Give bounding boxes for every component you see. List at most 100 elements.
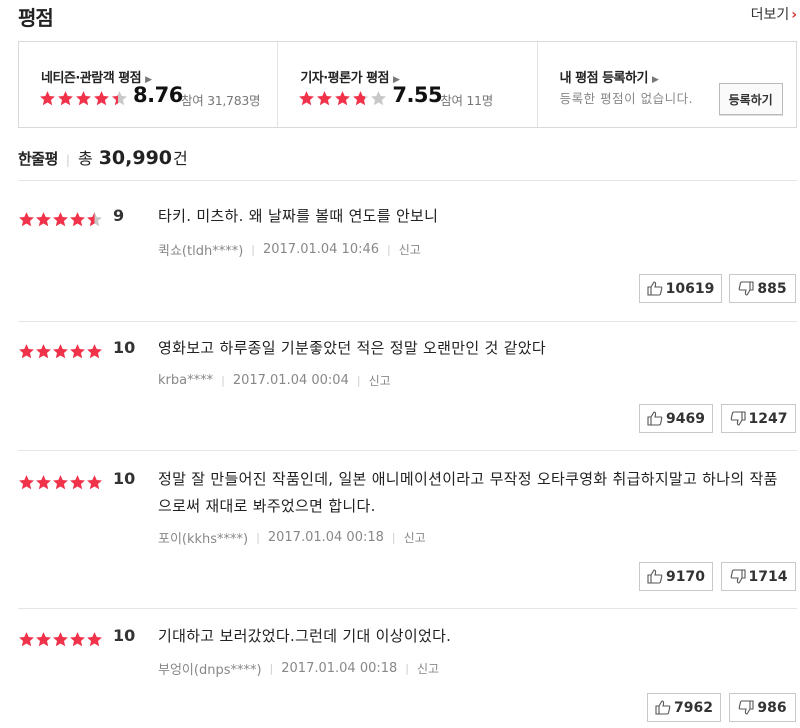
critic-stars (298, 90, 388, 109)
thumbs-down-icon (730, 569, 746, 584)
star-icon (87, 212, 102, 227)
netizen-stars (39, 90, 129, 109)
report-link[interactable]: 신고 (404, 529, 426, 546)
star-icon (112, 91, 127, 106)
report-link[interactable]: 신고 (369, 372, 391, 389)
review-score: 9 (113, 206, 125, 225)
like-button[interactable]: 10619 (639, 274, 722, 303)
review-score: 10 (113, 338, 136, 357)
thumbs-down-icon (739, 281, 754, 296)
more-link[interactable]: 더보기 › (751, 4, 797, 24)
report-link[interactable]: 신고 (417, 660, 439, 677)
my-rating-label: 내 평점 등록하기 (559, 71, 649, 86)
rating-header: 평점 더보기 › (18, 0, 800, 30)
star-icon (317, 91, 333, 106)
star-icon (19, 212, 34, 227)
like-button[interactable]: 9469 (639, 404, 713, 433)
review-item: 10 기대하고 보러갔었다.그런데 기대 이상이었다. 부엉이(dnps****… (18, 623, 797, 703)
star-icon (36, 475, 51, 490)
star-icon (70, 212, 85, 227)
critic-participants: 참여 11명 (440, 93, 493, 108)
critic-rating-label: 기자·평론가 평점 (300, 71, 390, 86)
dislike-button[interactable]: 885 (729, 274, 796, 303)
thumbs-up-icon (647, 281, 662, 296)
like-count: 9170 (666, 568, 705, 585)
dislike-button[interactable]: 1247 (721, 404, 796, 433)
dislike-count: 1714 (748, 568, 788, 585)
separator: | (251, 243, 255, 256)
star-icon (70, 475, 85, 490)
divider (18, 450, 797, 451)
star-icon (36, 632, 51, 647)
divider (18, 608, 797, 609)
review-item: 10 정말 잘 만들어진 작품인데, 일본 애니메이션이라고 무작정 오타쿠영화… (18, 466, 797, 566)
review-text: 타키. 미츠하. 왜 날짜를 볼때 연도를 안보니 (158, 207, 439, 225)
report-link[interactable]: 신고 (399, 241, 421, 258)
total-suffix: 건 (173, 149, 188, 168)
review-author[interactable]: krba**** (158, 373, 213, 388)
star-icon (335, 91, 351, 106)
review-author[interactable]: 포이(kkhs****) (158, 528, 248, 547)
star-icon (87, 475, 102, 490)
separator: | (387, 243, 391, 256)
thumbs-down-icon (739, 700, 754, 715)
dislike-count: 986 (757, 699, 787, 716)
review-stars (18, 631, 103, 650)
netizen-rating-label: 네티즌·관람객 평점 (41, 71, 142, 86)
star-icon (87, 632, 102, 647)
critic-score: 7.55 (392, 83, 443, 107)
star-icon (53, 475, 68, 490)
star-icon (36, 344, 51, 359)
thumbs-down-icon (730, 411, 746, 426)
register-button[interactable]: 등록하기 (718, 83, 783, 115)
my-rating-link[interactable]: 내 평점 등록하기 ▶ (560, 67, 659, 86)
review-datetime: 2017.01.04 00:18 (267, 530, 384, 545)
star-icon (76, 91, 91, 106)
separator: | (405, 662, 410, 675)
more-label: 더보기 (750, 7, 790, 23)
like-count: 10619 (665, 280, 715, 297)
netizen-rating: 네티즌·관람객 평점 ▶ 8.76 참여 31,783명 (19, 42, 279, 127)
star-icon (94, 91, 109, 106)
review-meta: 포이(kkhs****) | 2017.01.04 00:18 | 신고 (158, 528, 426, 547)
like-button[interactable]: 9170 (639, 562, 713, 591)
review-meta: krba**** | 2017.01.04 00:04 | 신고 (158, 372, 391, 389)
review-meta: 퀵쇼(tldh****) | 2017.01.04 10:46 | 신고 (158, 240, 421, 259)
critic-rating-link[interactable]: 기자·평론가 평점 ▶ (300, 67, 400, 86)
star-icon (353, 91, 369, 106)
thumbs-up-icon (655, 700, 671, 715)
divider (18, 321, 797, 322)
review-text: 기대하고 보러갔었다.그런데 기대 이상이었다. (158, 627, 452, 645)
star-icon (36, 212, 51, 227)
star-icon (19, 632, 34, 647)
total-count: 30,990 (98, 147, 173, 169)
like-count: 9469 (666, 410, 705, 427)
my-rating: 내 평점 등록하기 ▶ 등록한 평점이 없습니다. 등록하기 (538, 42, 796, 127)
star-icon (87, 344, 102, 359)
star-icon (19, 475, 34, 490)
netizen-participants: 참여 31,783명 (181, 93, 261, 108)
separator: | (65, 153, 70, 167)
star-icon (19, 344, 34, 359)
review-author[interactable]: 부엉이(dnps****) (158, 659, 262, 678)
star-icon (53, 212, 68, 227)
like-button[interactable]: 7962 (647, 693, 721, 722)
review-datetime: 2017.01.04 10:46 (262, 242, 380, 257)
star-icon (70, 344, 85, 359)
dislike-count: 1247 (748, 410, 788, 427)
total-prefix: 총 (77, 149, 93, 168)
chevron-right-icon: › (791, 7, 797, 23)
dislike-button[interactable]: 1714 (721, 562, 796, 591)
review-author[interactable]: 퀵쇼(tldh****) (158, 240, 243, 259)
dislike-count: 885 (757, 280, 787, 297)
like-count: 7962 (674, 699, 713, 716)
review-stars (18, 211, 103, 230)
separator: | (269, 662, 274, 675)
review-datetime: 2017.01.04 00:18 (281, 661, 398, 676)
review-score: 10 (113, 626, 136, 645)
section-title: 평점 (18, 6, 54, 30)
netizen-score: 8.76 (133, 83, 183, 107)
oneline-header: 한줄평 | 총 30,990 건 (18, 145, 188, 169)
dislike-button[interactable]: 986 (729, 693, 796, 722)
thumbs-up-icon (647, 411, 663, 426)
